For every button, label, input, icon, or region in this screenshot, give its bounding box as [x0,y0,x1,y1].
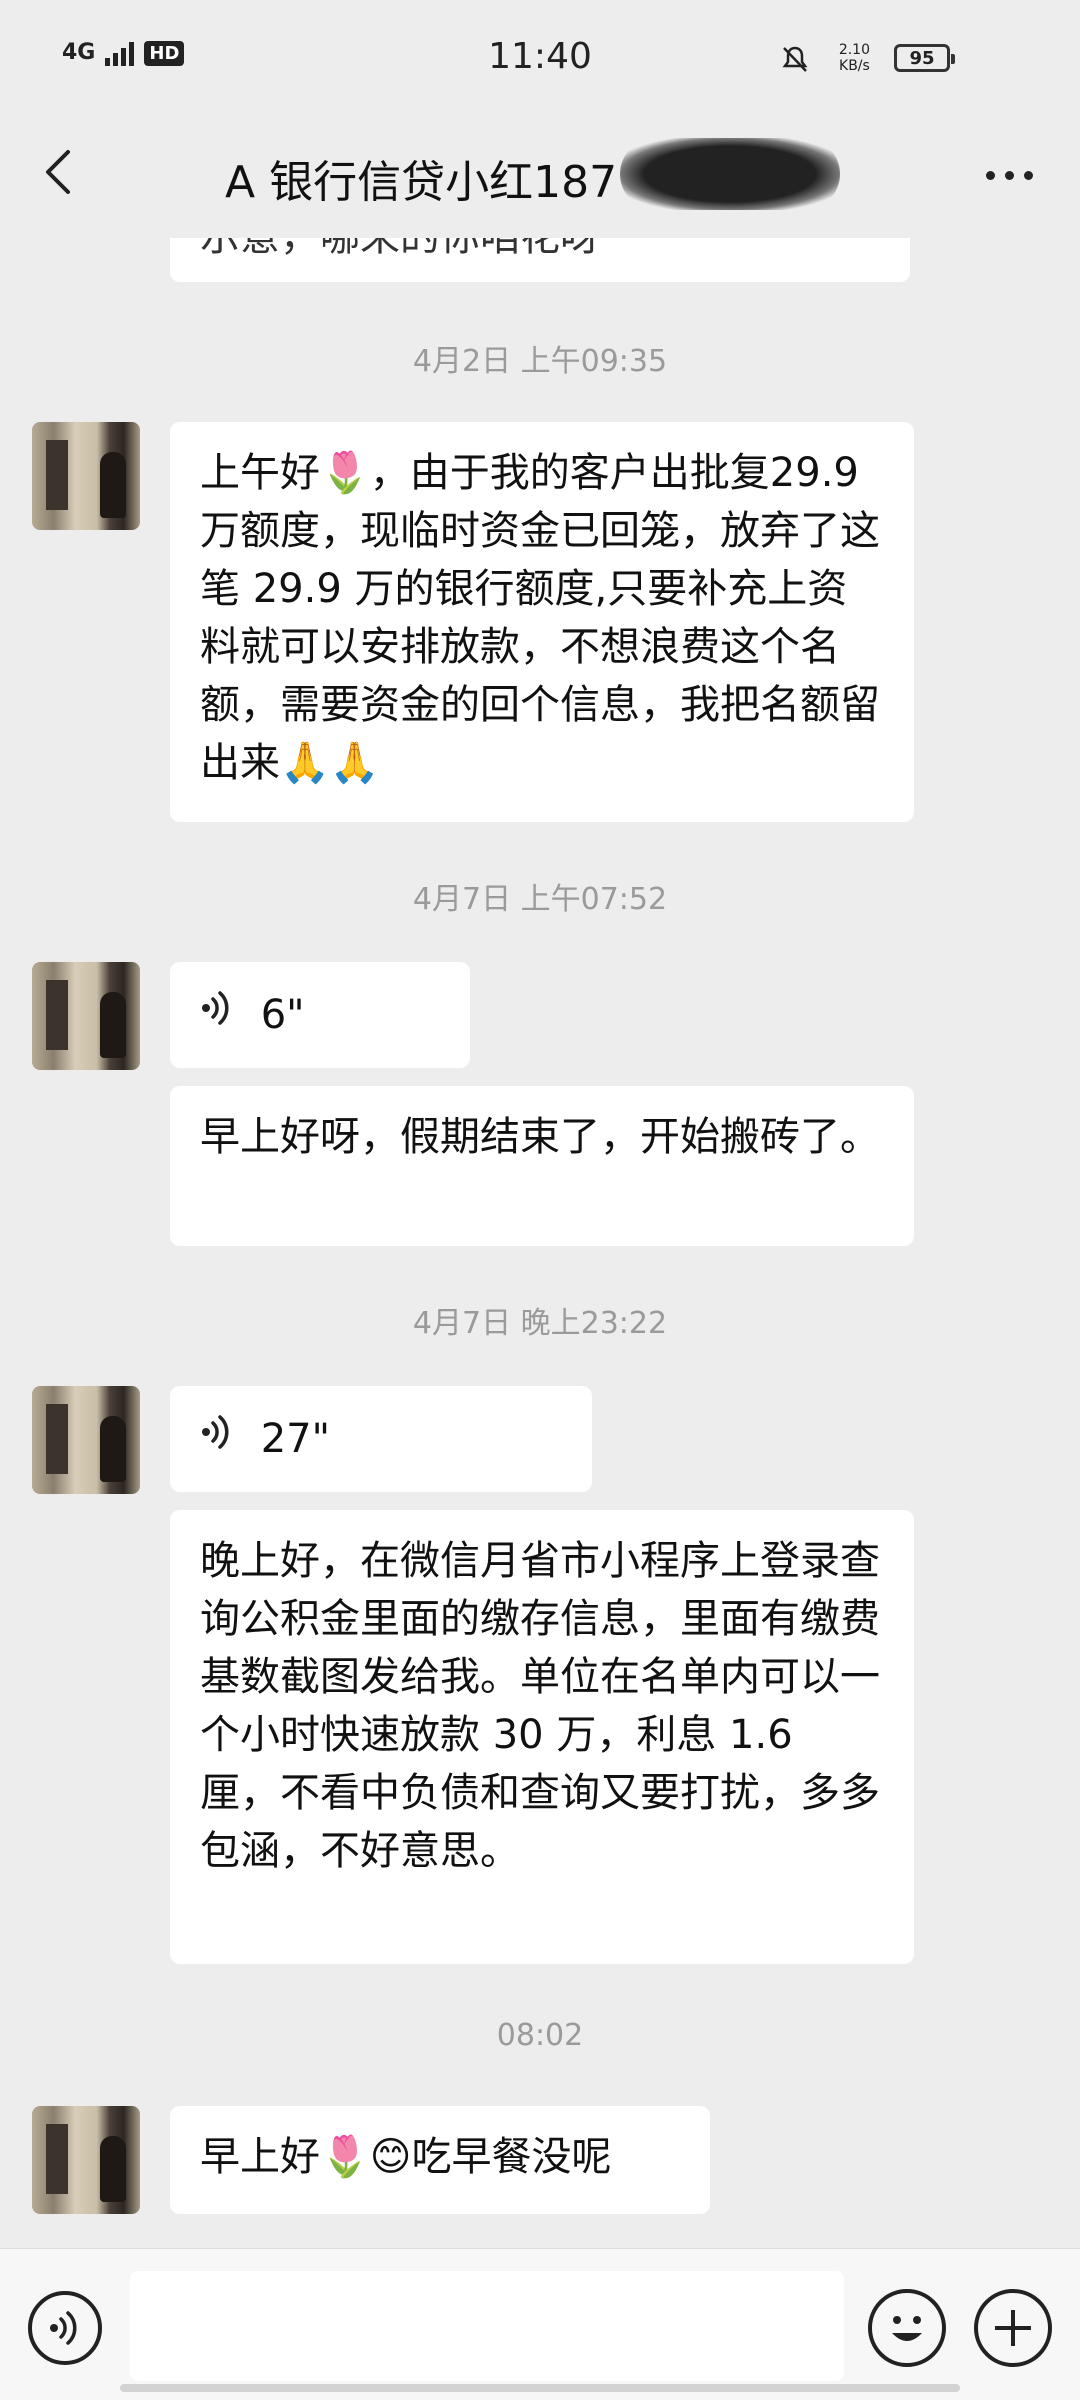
plus-button[interactable] [974,2289,1052,2367]
battery-level: 95 [909,47,935,69]
net-speed-value: 2.10 [838,42,870,58]
chat-title: A 银行信贷小红187 [225,157,618,208]
avatar[interactable] [32,422,140,530]
message-text: 早上好🌷😊吃早餐没呢 [200,2134,612,2180]
avatar[interactable] [32,1386,140,1494]
voice-message[interactable]: 6" [170,962,470,1068]
timestamp: 4月2日 上午09:35 [412,344,668,379]
message-text: 上午好🌷，由于我的客户出批复29.9 万额度，现临时资金已回笼，放弃了这笔 29… [200,450,880,786]
voice-icon [200,1410,234,1468]
battery-icon: 95 [894,44,955,72]
emoji-button[interactable] [868,2289,946,2367]
message-list[interactable]: 示意，哪来的你咱花呀 4月2日 上午09:35 上午好🌷，由于我的客户出批复29… [0,238,1080,2228]
timestamp: 4月7日 晚上23:22 [412,1306,668,1341]
timestamp: 08:02 [496,2018,584,2053]
voice-input-button[interactable] [28,2291,102,2365]
voice-icon [50,2311,77,2345]
message-text: 示意，哪来的你咱花呀 [200,238,600,260]
message-bubble[interactable]: 上午好🌷，由于我的客户出批复29.9 万额度，现临时资金已回笼，放弃了这笔 29… [170,422,914,822]
message-bubble[interactable]: 早上好🌷😊吃早餐没呢 [170,2106,710,2214]
message-input[interactable] [130,2271,844,2381]
message-text: 晚上好，在微信月省市小程序上登录查询公积金里面的缴存信息，里面有缴费基数截图发给… [200,1538,880,1874]
voice-icon [200,986,234,1044]
more-icon [985,170,995,180]
message-bubble[interactable]: 示意，哪来的你咱花呀 [170,238,910,282]
voice-duration: 6" [260,992,305,1038]
message-bubble[interactable]: 早上好呀，假期结束了，开始搬砖了。 [170,1086,914,1246]
chat-header: A 银行信贷小红187 [0,120,1080,238]
redaction-mark [620,138,840,210]
chat-screen: 4G HD 11:40 2.10 KB/s 95 A 银行信贷小红187 4月2… [0,0,1080,2400]
more-button[interactable] [974,150,1044,200]
avatar[interactable] [32,2106,140,2214]
net-speed: 2.10 KB/s [839,42,870,74]
avatar[interactable] [32,962,140,1070]
message-bubble[interactable]: 晚上好，在微信月省市小程序上登录查询公积金里面的缴存信息，里面有缴费基数截图发给… [170,1510,914,1964]
voice-duration: 27" [260,1416,331,1462]
status-bar: 4G HD 11:40 2.10 KB/s 95 [0,0,1080,120]
net-speed-unit: KB/s [839,58,870,74]
back-arrow-icon [46,150,70,194]
emoji-icon [892,2316,922,2341]
home-indicator[interactable] [120,2384,960,2392]
input-bar [0,2248,1080,2400]
back-button[interactable] [32,142,92,202]
mute-icon [780,44,810,78]
message-text: 早上好呀，假期结束了，开始搬砖了。 [200,1114,880,1160]
voice-message[interactable]: 27" [170,1386,592,1492]
timestamp: 4月7日 上午07:52 [412,882,668,917]
